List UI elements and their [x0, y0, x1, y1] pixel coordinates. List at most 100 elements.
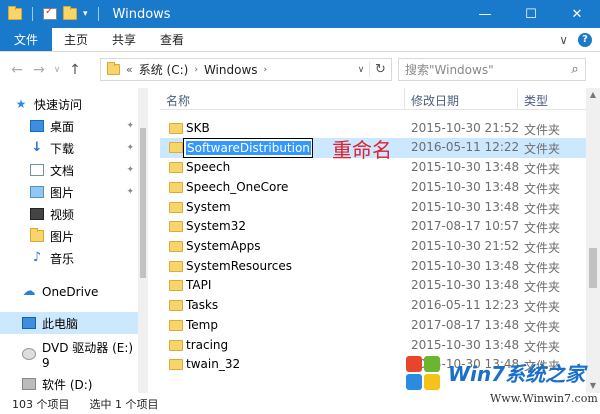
nav-documents[interactable]: 文档 ✦ — [30, 160, 134, 180]
table-row[interactable]: SystemApps 2015-10-30 21:52 文件夹 — [160, 237, 586, 257]
table-row[interactable]: TAPI 2015-10-30 13:48 文件夹 — [160, 276, 586, 296]
folder-icon — [169, 241, 183, 252]
breadcrumb-overflow[interactable]: « — [124, 63, 135, 76]
file-date: 2015-10-30 13:48 — [411, 259, 520, 273]
properties-icon[interactable] — [43, 6, 57, 20]
nav-label: 软件 (D:) — [42, 377, 93, 392]
up-button[interactable]: ↑ — [64, 62, 86, 78]
address-dropdown-icon[interactable]: ∨ — [353, 65, 369, 75]
logo-pane-blue — [406, 374, 422, 390]
breadcrumb-system-drive[interactable]: 系统 (C:) — [135, 61, 193, 78]
nav-onedrive[interactable]: ☁ OneDrive — [22, 282, 138, 302]
scroll-up-icon[interactable]: ▲ — [586, 88, 600, 102]
nav-downloads[interactable]: ↓ 下载 ✦ — [30, 138, 134, 158]
recent-locations-button[interactable]: ∨ — [50, 65, 64, 75]
expand-ribbon-icon[interactable]: ∨ — [559, 33, 568, 47]
nav-label: OneDrive — [42, 285, 99, 299]
watermark-title: Win7系统之家 — [448, 362, 586, 386]
file-type: 文件夹 — [524, 142, 561, 156]
tab-view[interactable]: 查看 — [148, 28, 196, 51]
table-row[interactable]: SystemResources 2015-10-30 13:48 文件夹 — [160, 257, 586, 277]
table-row[interactable]: System 2015-10-30 13:48 文件夹 — [160, 198, 586, 218]
desktop-icon — [30, 120, 44, 132]
tab-file[interactable]: 文件 — [0, 28, 53, 51]
nav-dvd-drive[interactable]: DVD 驱动器 (E:) 9 — [22, 341, 138, 370]
maximize-button[interactable]: ☐ — [508, 0, 554, 28]
pin-icon[interactable]: ✦ — [126, 165, 134, 175]
file-type: 文件夹 — [524, 221, 561, 235]
table-row-selected[interactable]: SoftwareDistribution 重命名 2016-05-11 12:2… — [160, 138, 586, 162]
breadcrumb-separator[interactable]: › — [262, 65, 270, 75]
nav-software-drive[interactable]: 软件 (D:) — [22, 374, 138, 393]
close-button[interactable]: ✕ — [554, 0, 600, 28]
folder-icon — [169, 221, 183, 232]
nav-this-pc[interactable]: 此电脑 — [0, 312, 138, 334]
pin-icon[interactable]: ✦ — [126, 187, 134, 197]
nav-scrollbar[interactable] — [138, 88, 148, 393]
dvd-icon — [22, 348, 36, 360]
minimize-button[interactable]: — — [462, 0, 508, 28]
customize-quick-access-icon[interactable]: ▾ — [83, 9, 88, 19]
file-type: 文件夹 — [524, 123, 561, 137]
logo-pane-red — [406, 356, 422, 372]
nav-quick-access[interactable]: ★ 快速访问 — [14, 94, 138, 114]
column-divider[interactable] — [517, 88, 518, 110]
nav-scrollbar-thumb[interactable] — [140, 128, 146, 278]
tab-home[interactable]: 主页 — [52, 28, 100, 51]
file-name: Tasks — [186, 298, 219, 312]
tab-share[interactable]: 共享 — [100, 28, 148, 51]
nav-pictures[interactable]: 图片 ✦ — [30, 182, 134, 202]
toolbar-divider — [97, 7, 99, 21]
file-date: 2015-10-30 13:48 — [411, 200, 520, 214]
folder-icon — [169, 123, 183, 134]
table-row[interactable]: System32 2017-08-17 10:57 文件夹 — [160, 217, 586, 237]
file-type: 文件夹 — [524, 162, 561, 176]
table-row[interactable]: Temp 2017-08-17 13:48 文件夹 — [160, 316, 586, 336]
column-divider[interactable] — [404, 88, 405, 110]
navigation-pane: ★ 快速访问 桌面 ✦ ↓ 下载 ✦ 文档 ✦ 图片 ✦ 视频 图片 ♪ 音乐 … — [0, 88, 148, 393]
nav-pictures-folder[interactable]: 图片 — [30, 226, 134, 246]
this-pc-icon — [22, 317, 36, 329]
column-name[interactable]: 名称 — [166, 92, 190, 109]
breadcrumb-windows[interactable]: Windows — [200, 63, 262, 77]
file-type: 文件夹 — [524, 182, 561, 196]
new-folder-icon[interactable] — [63, 6, 77, 20]
pin-icon[interactable]: ✦ — [126, 143, 134, 153]
file-name: TAPI — [186, 278, 212, 292]
column-date[interactable]: 修改日期 — [411, 92, 459, 109]
forward-button[interactable]: → — [28, 62, 50, 78]
folder-icon — [169, 142, 183, 153]
pin-icon[interactable]: ✦ — [126, 121, 134, 131]
item-count: 103 个项目 — [12, 397, 70, 411]
address-bar[interactable]: « 系统 (C:) › Windows › ∨ ↻ — [100, 58, 392, 81]
file-name: System32 — [186, 219, 247, 233]
table-row[interactable]: Speech 2015-10-30 13:48 文件夹 — [160, 158, 586, 178]
back-button[interactable]: ← — [6, 62, 28, 78]
file-list: ^ 名称 修改日期 类型 SKB 2015-10-30 21:52 文件夹 So… — [160, 88, 600, 393]
music-icon: ♪ — [32, 250, 42, 265]
rename-input[interactable]: SoftwareDistribution — [183, 138, 313, 158]
file-type: 文件夹 — [524, 241, 561, 255]
table-row[interactable]: Speech_OneCore 2015-10-30 13:48 文件夹 — [160, 178, 586, 198]
nav-label: 图片 — [50, 229, 75, 244]
file-list-scrollbar[interactable]: ▲ ▼ — [586, 88, 600, 393]
nav-label: 视频 — [50, 207, 75, 222]
refresh-icon[interactable]: ↻ — [369, 62, 391, 77]
download-icon: ↓ — [31, 140, 43, 155]
search-icon[interactable]: ⌕ — [565, 62, 585, 77]
file-list-scrollbar-thumb[interactable] — [589, 248, 597, 288]
nav-desktop[interactable]: 桌面 ✦ — [30, 116, 134, 136]
file-type: 文件夹 — [524, 261, 561, 275]
nav-music[interactable]: ♪ 音乐 — [30, 248, 134, 268]
help-icon[interactable]: ? — [578, 32, 592, 47]
column-type[interactable]: 类型 — [524, 92, 548, 109]
nav-videos[interactable]: 视频 — [30, 204, 134, 224]
file-name: twain_32 — [186, 357, 241, 371]
file-name: Speech — [186, 160, 231, 174]
breadcrumb-separator[interactable]: › — [192, 65, 200, 75]
table-row[interactable]: Tasks 2016-05-11 12:23 文件夹 — [160, 296, 586, 316]
logo-pane-green — [424, 356, 440, 372]
nav-label: 图片 — [50, 185, 75, 200]
search-input[interactable]: 搜索"Windows" ⌕ — [398, 58, 586, 81]
file-date: 2016-05-11 12:22 — [411, 140, 520, 154]
